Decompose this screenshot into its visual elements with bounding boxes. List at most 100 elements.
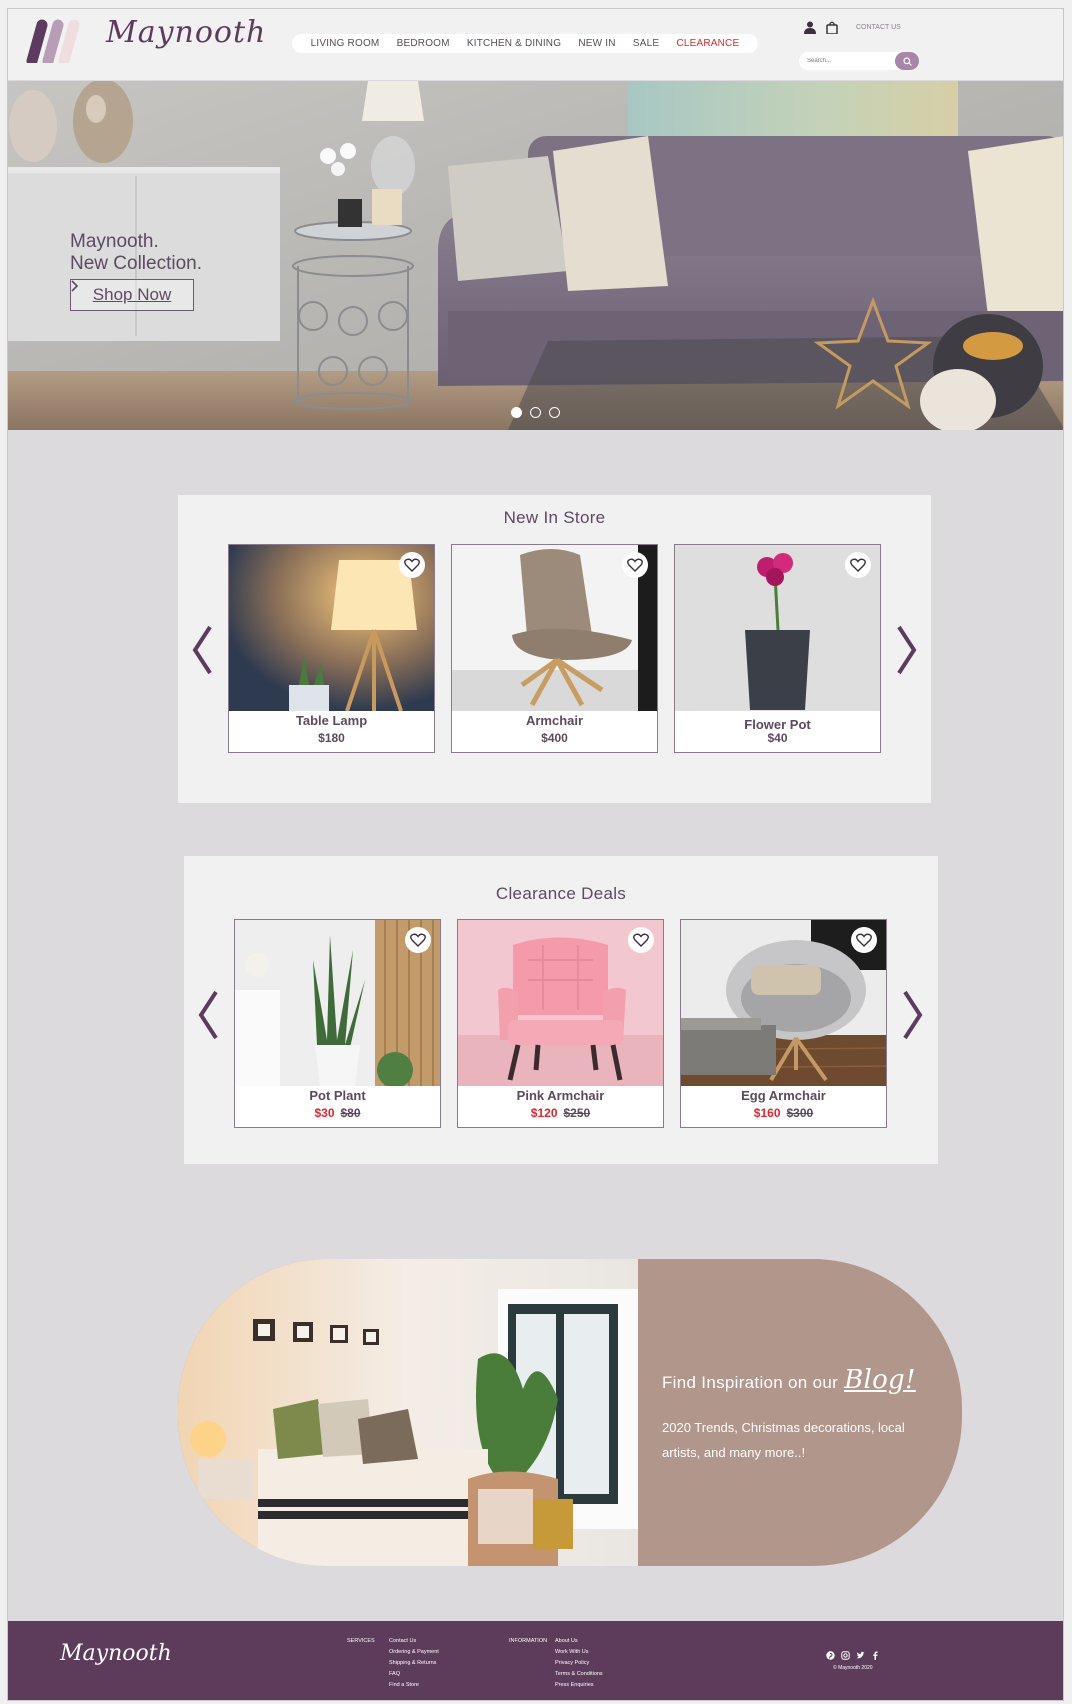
product-card[interactable]: Table Lamp $180 (228, 544, 435, 753)
footer-link[interactable]: FAQ (389, 1669, 439, 1680)
product-price: $180 (318, 731, 345, 745)
search-input[interactable] (807, 55, 887, 67)
original-price: $250 (563, 1106, 591, 1120)
footer-services-list: Contact Us Ordering & Payment Shipping &… (389, 1636, 439, 1691)
favorite-button[interactable] (405, 927, 431, 953)
product-name: Armchair (525, 713, 584, 728)
slide-dot-2[interactable] (530, 407, 541, 418)
product-name: Egg Armchair (741, 1088, 826, 1103)
new-in-section: New In Store Table Lamp $180 Armchair $4… (178, 495, 931, 803)
nav-kitchen-dining[interactable]: KITCHEN & DINING (467, 38, 561, 49)
heart-icon (627, 558, 643, 572)
chevron-right-icon (71, 280, 79, 292)
footer-link[interactable]: Contact Us (389, 1636, 439, 1647)
nav-living-room[interactable]: LIVING ROOM (311, 38, 380, 49)
sale-price: $30 (314, 1106, 335, 1120)
footer-link[interactable]: About Us (555, 1636, 603, 1647)
hero-title-line-1: Maynooth. (70, 231, 159, 252)
chevron-left-icon[interactable] (196, 990, 220, 1040)
product-name: Pot Plant (309, 1088, 366, 1103)
blog-description: 2020 Trends, Christmas decorations, loca… (662, 1420, 905, 1460)
blog-title-text: Find Inspiration on our (662, 1373, 839, 1392)
pinterest-icon[interactable] (826, 1651, 835, 1660)
footer-link[interactable]: Privacy Policy (555, 1658, 603, 1669)
heart-icon (850, 558, 866, 572)
product-card[interactable]: Pink Armchair $120 $250 (457, 919, 664, 1128)
chevron-left-icon[interactable] (190, 625, 214, 675)
product-card[interactable]: Armchair $400 (451, 544, 658, 753)
product-price: $160 $300 (681, 1106, 886, 1120)
chevron-right-icon[interactable] (895, 625, 919, 675)
favorite-button[interactable] (845, 552, 871, 578)
product-card[interactable]: Pot Plant $30 $80 (234, 919, 441, 1128)
nav-new-in[interactable]: NEW IN (578, 38, 615, 49)
facebook-icon[interactable] (871, 1651, 880, 1660)
footer-link[interactable]: Terms & Conditions (555, 1669, 603, 1680)
clearance-title: Clearance Deals (495, 884, 627, 903)
blog-image (178, 1259, 638, 1566)
footer-information-list: About Us Work With Us Privacy Policy Ter… (555, 1636, 603, 1691)
sale-price: $160 (753, 1106, 781, 1120)
product-price: $30 $80 (235, 1106, 440, 1120)
slide-dot-1[interactable] (511, 407, 522, 418)
user-icon[interactable] (804, 21, 816, 34)
heart-icon (856, 933, 872, 947)
heart-icon (404, 558, 420, 572)
search-button[interactable] (895, 52, 919, 70)
shop-now-button[interactable]: Shop Now (70, 279, 194, 311)
footer-link[interactable]: Press Enquiries (555, 1680, 603, 1691)
footer-logo[interactable]: Maynooth (60, 1641, 172, 1666)
twitter-icon[interactable] (856, 1651, 865, 1660)
favorite-button[interactable] (851, 927, 877, 953)
header-utilities: CONTACT US (804, 21, 901, 34)
instagram-icon[interactable] (841, 1651, 850, 1660)
nav-clearance[interactable]: CLEARANCE (676, 38, 739, 49)
original-price: $300 (786, 1106, 814, 1120)
product-card[interactable]: Flower Pot $40 (674, 544, 881, 753)
footer-link[interactable]: Ordering & Payment (389, 1647, 439, 1658)
logo-wordmark[interactable]: Maynooth (106, 15, 266, 50)
product-price: $40 (767, 731, 788, 745)
hero-title: Maynooth. New Collection. (70, 231, 202, 275)
contact-us-link[interactable]: CONTACT US (856, 24, 901, 31)
search-bar (799, 52, 919, 70)
clearance-section: Clearance Deals Pot Plant $30 $80 Pink A… (184, 856, 938, 1164)
shop-now-label: Shop Now (92, 285, 172, 304)
page: Maynooth LIVING ROOM BEDROOM KITCHEN & D… (7, 8, 1064, 1701)
favorite-button[interactable] (628, 927, 654, 953)
favorite-button[interactable] (622, 552, 648, 578)
hero-banner: Maynooth. New Collection. Shop Now (8, 81, 1063, 430)
footer: Maynooth SERVICES Contact Us Ordering & … (8, 1621, 1063, 1700)
product-price: $120 $250 (458, 1106, 663, 1120)
blog-title-script[interactable]: Blog! (844, 1365, 916, 1395)
blog-title: Find Inspiration on our Blog! (662, 1365, 916, 1395)
footer-link[interactable]: Work With Us (555, 1647, 603, 1658)
favorite-button[interactable] (399, 552, 425, 578)
shopping-bag-icon[interactable] (826, 21, 838, 34)
blog-banner[interactable]: Find Inspiration on our Blog! 2020 Trends… (178, 1259, 962, 1566)
original-price: $80 (340, 1106, 361, 1120)
main-nav: LIVING ROOM BEDROOM KITCHEN & DINING NEW… (292, 34, 758, 53)
nav-bedroom[interactable]: BEDROOM (397, 38, 450, 49)
product-name: Table Lamp (295, 713, 368, 728)
product-name: Pink Armchair (516, 1088, 605, 1103)
logo-mark[interactable] (24, 19, 88, 63)
product-card[interactable]: Egg Armchair $160 $300 (680, 919, 887, 1128)
heart-icon (410, 933, 426, 947)
slide-indicators (511, 407, 560, 418)
social-links (826, 1651, 880, 1660)
footer-services-heading: SERVICES (347, 1638, 375, 1644)
header: Maynooth LIVING ROOM BEDROOM KITCHEN & D… (8, 9, 1063, 80)
product-price: $400 (541, 731, 568, 745)
slide-dot-3[interactable] (549, 407, 560, 418)
footer-link[interactable]: Find a Store (389, 1680, 439, 1691)
sale-price: $120 (530, 1106, 558, 1120)
chevron-right-icon[interactable] (901, 990, 925, 1040)
copyright: © Maynooth 2020 (833, 1665, 873, 1671)
heart-icon (633, 933, 649, 947)
nav-sale[interactable]: SALE (633, 38, 659, 49)
product-name: Flower Pot (744, 717, 811, 732)
footer-information-heading: INFORMATION (509, 1638, 548, 1644)
hero-title-line-2: New Collection. (70, 253, 202, 274)
footer-link[interactable]: Shipping & Returns (389, 1658, 439, 1669)
